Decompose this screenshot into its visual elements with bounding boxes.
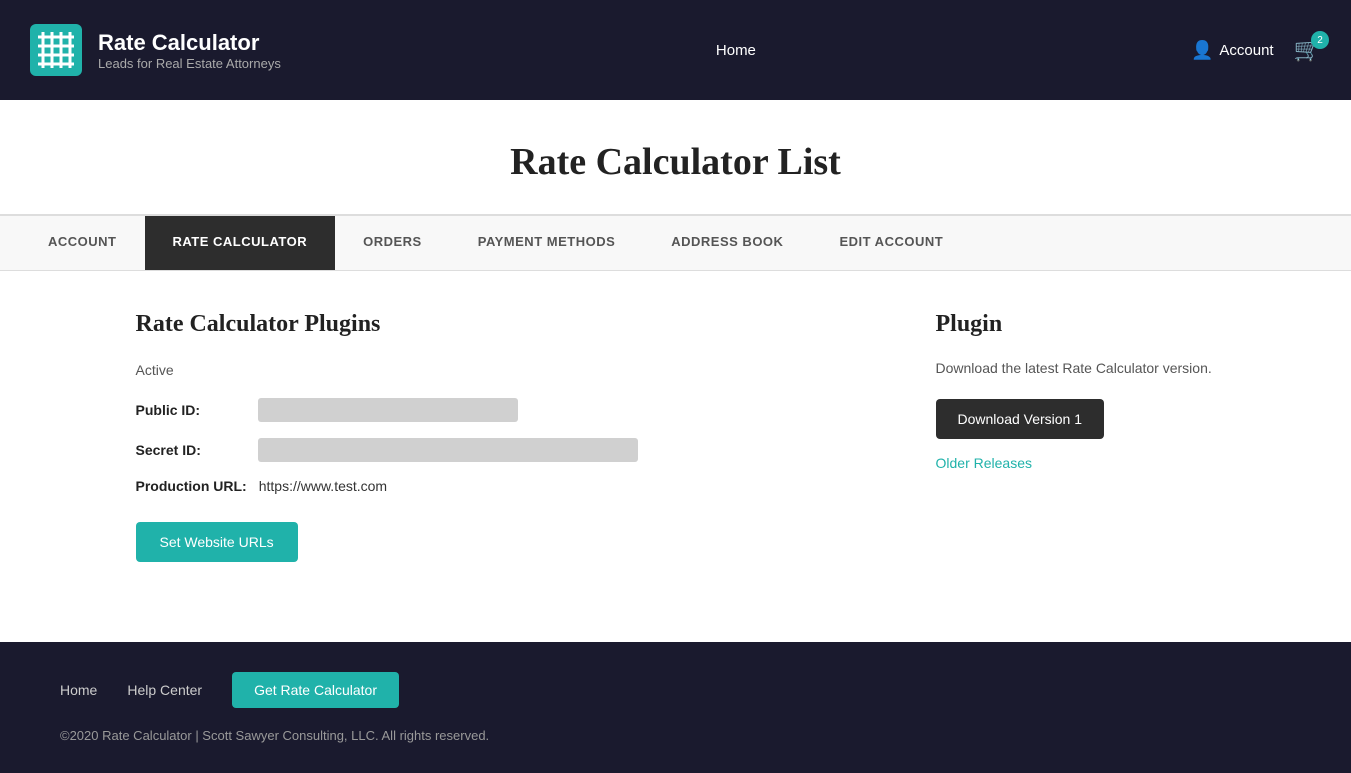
main-content: Rate Calculator Plugins Active Public ID… (76, 271, 1276, 602)
plugins-section-title: Rate Calculator Plugins (136, 311, 856, 338)
public-id-label: Public ID: (136, 402, 246, 418)
content-left: Rate Calculator Plugins Active Public ID… (136, 311, 856, 562)
public-id-row: Public ID: (136, 398, 856, 422)
public-id-value (258, 398, 518, 422)
plugin-description: Download the latest Rate Calculator vers… (936, 358, 1216, 379)
secret-id-label: Secret ID: (136, 442, 246, 458)
cart-button[interactable]: 🛒 2 (1294, 37, 1321, 63)
footer-get-calculator-button[interactable]: Get Rate Calculator (232, 672, 399, 708)
main-nav: Home (716, 42, 756, 59)
app-subtitle: Leads for Real Estate Attorneys (98, 56, 281, 71)
footer-copyright: ©2020 Rate Calculator | Scott Sawyer Con… (60, 728, 1291, 743)
tab-rate-calculator[interactable]: RATE CALCULATOR (145, 216, 336, 270)
status-label: Active (136, 362, 856, 378)
download-version-button[interactable]: Download Version 1 (936, 399, 1105, 439)
logo-icon (30, 24, 82, 76)
page-title: Rate Calculator List (20, 140, 1331, 184)
cart-badge: 2 (1311, 31, 1329, 49)
header: Rate Calculator Leads for Real Estate At… (0, 0, 1351, 100)
set-website-urls-button[interactable]: Set Website URLs (136, 522, 298, 562)
tab-payment-methods[interactable]: PAYMENT METHODS (450, 216, 644, 270)
header-left: Rate Calculator Leads for Real Estate At… (30, 24, 281, 76)
account-icon: 👤 (1191, 40, 1213, 61)
older-releases-link[interactable]: Older Releases (936, 455, 1033, 471)
tab-address-book[interactable]: ADDRESS BOOK (643, 216, 811, 270)
footer-help-link[interactable]: Help Center (127, 682, 202, 698)
app-title: Rate Calculator (98, 30, 281, 56)
account-label: Account (1219, 42, 1273, 59)
tabs-container: ACCOUNT RATE CALCULATOR ORDERS PAYMENT M… (0, 214, 1351, 271)
footer: Home Help Center Get Rate Calculator ©20… (0, 642, 1351, 773)
production-url-row: Production URL: https://www.test.com (136, 478, 856, 494)
page-title-section: Rate Calculator List (0, 100, 1351, 214)
tabs: ACCOUNT RATE CALCULATOR ORDERS PAYMENT M… (0, 216, 1351, 270)
production-url-label: Production URL: (136, 478, 247, 494)
footer-links: Home Help Center Get Rate Calculator (60, 672, 1291, 708)
secret-id-row: Secret ID: (136, 438, 856, 462)
tab-edit-account[interactable]: EDIT ACCOUNT (811, 216, 971, 270)
tab-account[interactable]: ACCOUNT (20, 216, 145, 270)
secret-id-value (258, 438, 638, 462)
account-link[interactable]: 👤 Account (1191, 40, 1274, 61)
plugin-title: Plugin (936, 311, 1216, 338)
content-right: Plugin Download the latest Rate Calculat… (936, 311, 1216, 562)
footer-home-link[interactable]: Home (60, 682, 97, 698)
logo-text: Rate Calculator Leads for Real Estate At… (98, 30, 281, 71)
tab-orders[interactable]: ORDERS (335, 216, 450, 270)
header-right: 👤 Account 🛒 2 (1191, 37, 1321, 63)
nav-home[interactable]: Home (716, 42, 756, 59)
production-url-value: https://www.test.com (259, 478, 387, 494)
